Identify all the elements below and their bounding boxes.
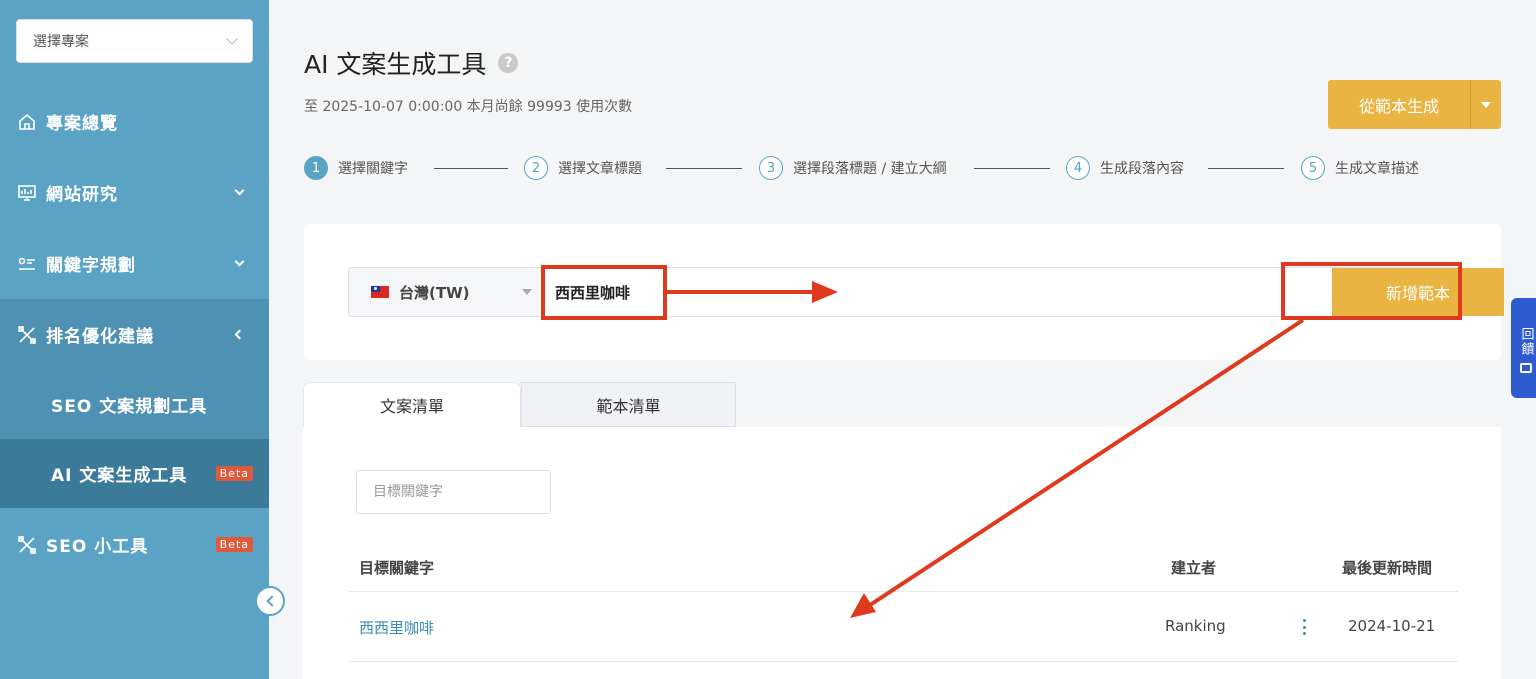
taiwan-flag-icon <box>371 286 389 298</box>
sidebar-subitem-label: SEO 文案規劃工具 <box>51 397 208 417</box>
keyword-filter-input[interactable] <box>356 470 551 514</box>
beta-badge: Beta <box>215 466 253 481</box>
monitor-icon <box>16 182 38 204</box>
tab-copy-list[interactable]: 文案清單 <box>303 382 521 427</box>
tools-icon <box>16 324 38 346</box>
sidebar-collapse-button[interactable] <box>255 586 285 616</box>
step-label: 選擇段落標題 / 建立大綱 <box>793 161 947 177</box>
page-title: AI 文案生成工具 ? <box>304 45 519 81</box>
generate-from-template-button[interactable]: 從範本生成 <box>1328 80 1501 129</box>
chevron-down-icon <box>226 33 238 45</box>
sidebar: 選擇專案 專案總覽 網站研究 關鍵字規劃 排名優化建議 SEO 文案規劃工具 A… <box>0 0 269 679</box>
sidebar-item-seo-tools[interactable]: SEO 小工具 Beta <box>0 509 269 580</box>
page-title-text: AI 文案生成工具 <box>304 50 487 79</box>
feedback-label: 回饋 <box>1518 327 1534 357</box>
row-divider <box>348 591 1458 592</box>
step-label: 選擇文章標題 <box>558 161 642 177</box>
keyword-list-icon <box>16 253 38 275</box>
sidebar-item-label: 網站研究 <box>46 185 118 205</box>
generate-from-template-label[interactable]: 從範本生成 <box>1328 80 1471 129</box>
row-keyword-link[interactable]: 西西里咖啡 <box>359 617 434 638</box>
keyword-search-row: 台灣(TW) 新增範本 <box>348 267 1504 317</box>
feedback-side-tab[interactable]: 回饋 <box>1511 298 1536 398</box>
column-header-updated[interactable]: 最後更新時間 <box>1342 557 1432 578</box>
help-icon[interactable]: ? <box>498 53 519 73</box>
keyword-search-card: 台灣(TW) 新增範本 <box>304 224 1504 360</box>
sidebar-item-site-research[interactable]: 網站研究 <box>0 157 269 228</box>
add-template-button[interactable]: 新增範本 <box>1332 268 1504 316</box>
step-2: 2 選擇文章標題 <box>524 156 642 180</box>
caret-down-icon <box>1481 101 1491 108</box>
region-label: 台灣(TW) <box>399 283 470 302</box>
sidebar-subitem-label: AI 文案生成工具 <box>51 466 188 486</box>
sidebar-subitem-seo-planning[interactable]: SEO 文案規劃工具 <box>0 370 269 439</box>
sidebar-item-overview[interactable]: 專案總覽 <box>0 86 269 157</box>
step-label: 生成段落內容 <box>1100 161 1184 177</box>
caret-down-icon <box>522 289 532 295</box>
row-more-icon[interactable] <box>1302 619 1306 635</box>
sidebar-item-label: 關鍵字規劃 <box>46 256 136 276</box>
chevron-left-icon <box>234 329 245 340</box>
sidebar-item-keyword-planning[interactable]: 關鍵字規劃 <box>0 228 269 299</box>
step-number: 4 <box>1066 156 1090 180</box>
sidebar-item-label: SEO 小工具 <box>46 537 149 557</box>
step-connector <box>1208 168 1284 169</box>
column-header-creator[interactable]: 建立者 <box>1171 557 1216 578</box>
step-1: 1 選擇關鍵字 <box>304 156 408 180</box>
sidebar-item-label: 排名優化建議 <box>46 327 154 347</box>
keyword-input[interactable] <box>544 268 1284 316</box>
step-connector <box>434 168 508 169</box>
step-number: 5 <box>1301 156 1325 180</box>
project-select-label: 選擇專案 <box>33 34 89 50</box>
step-5: 5 生成文章描述 <box>1301 156 1419 180</box>
step-number: 2 <box>524 156 548 180</box>
region-select[interactable]: 台灣(TW) <box>349 268 544 316</box>
generate-dropdown-toggle[interactable] <box>1471 80 1501 129</box>
column-header-keyword[interactable]: 目標關鍵字 <box>359 557 434 578</box>
copy-list-panel: 目標關鍵字 建立者 最後更新時間 西西里咖啡 Ranking 2024-10-2… <box>303 427 1501 679</box>
beta-badge: Beta <box>215 537 253 552</box>
step-4: 4 生成段落內容 <box>1066 156 1184 180</box>
chevron-left-icon <box>265 595 278 607</box>
chat-icon <box>1520 363 1532 373</box>
row-creator: Ranking <box>1165 617 1226 635</box>
step-3: 3 選擇段落標題 / 建立大綱 <box>759 156 947 180</box>
tab-template-list[interactable]: 範本清單 <box>521 382 736 427</box>
project-select[interactable]: 選擇專案 <box>16 19 253 63</box>
step-number: 1 <box>304 156 328 180</box>
row-divider <box>348 661 1458 662</box>
usage-quota-text: 至 2025-10-07 0:00:00 本月尚餘 99993 使用次數 <box>304 99 633 115</box>
sidebar-item-ranking-suggestions[interactable]: 排名優化建議 <box>0 299 269 370</box>
stepper: 1 選擇關鍵字 2 選擇文章標題 3 選擇段落標題 / 建立大綱 4 生成段落內… <box>304 156 1434 180</box>
step-connector <box>666 168 742 169</box>
sidebar-subitem-ai-writer[interactable]: AI 文案生成工具 Beta <box>0 439 269 508</box>
step-number: 3 <box>759 156 783 180</box>
tools-icon <box>16 534 38 556</box>
step-label: 選擇關鍵字 <box>338 161 408 177</box>
sidebar-item-label: 專案總覽 <box>46 114 118 134</box>
home-icon <box>16 111 38 133</box>
row-updated: 2024-10-21 <box>1348 617 1436 635</box>
chevron-down-icon <box>234 256 245 267</box>
step-label: 生成文章描述 <box>1335 161 1419 177</box>
step-connector <box>974 168 1050 169</box>
chevron-down-icon <box>234 185 245 196</box>
